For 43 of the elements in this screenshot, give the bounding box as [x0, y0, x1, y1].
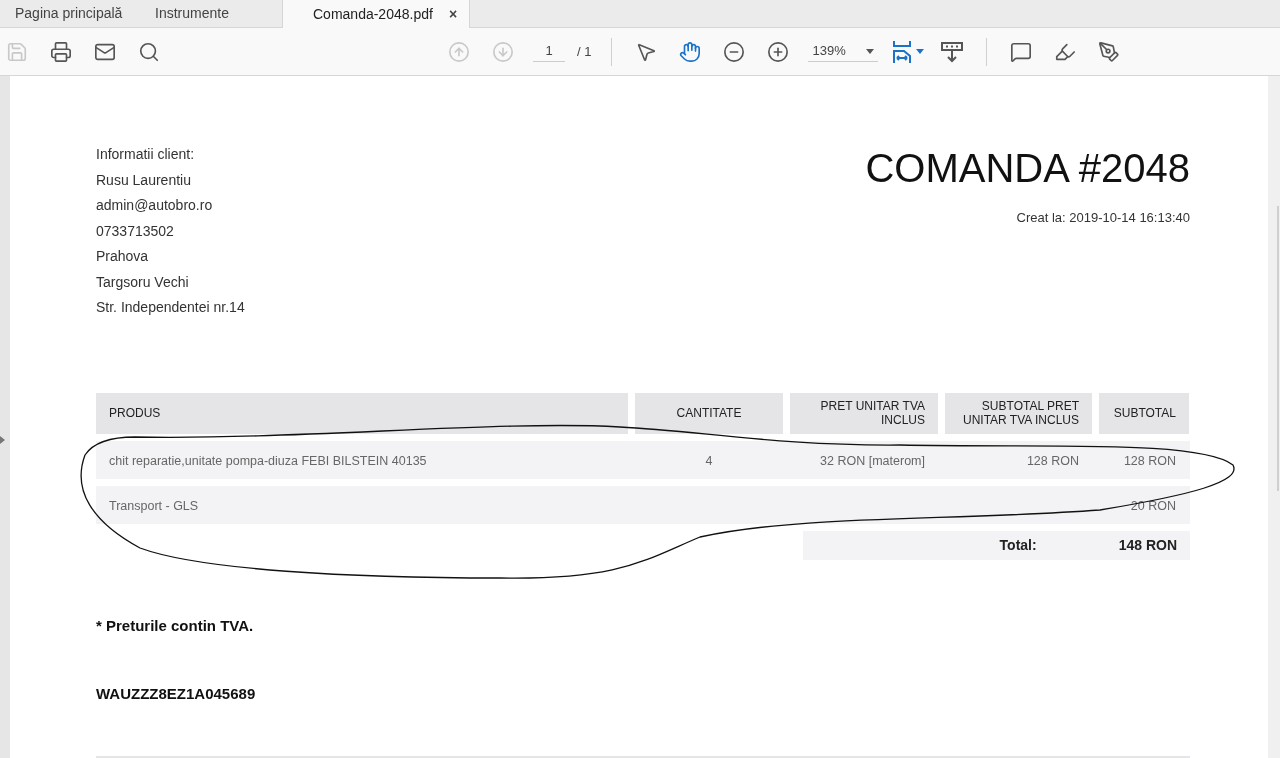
vat-note: * Preturile contin TVA. — [96, 615, 255, 636]
table-cell: 4 — [705, 453, 713, 468]
pen-icon — [1098, 40, 1121, 63]
scroll-down-icon — [941, 40, 964, 63]
created-date: Creat la: 2019-10-14 16:13:40 — [1016, 209, 1190, 227]
close-tab-button[interactable]: × — [448, 4, 458, 25]
client-info-line: Prahova — [96, 247, 150, 266]
caret-icon — [916, 49, 925, 54]
table-cell: Transport - GLS — [109, 498, 199, 513]
comment-icon — [1010, 40, 1033, 63]
client-info-line: Targsoru Vechi — [96, 272, 190, 292]
client-info-line: Rusu Laurentiu — [96, 170, 192, 190]
page-number-field[interactable]: 1 — [533, 41, 565, 62]
column-header: SUBTOTAL — [1099, 392, 1189, 434]
column-header: PRET UNITAR TVA INCLUS — [790, 392, 938, 434]
expand-arrow-icon[interactable] — [0, 436, 5, 444]
zoom-dropdown[interactable]: 139% — [808, 41, 879, 62]
table-cell: chit reparatie,unitate pompa-diuza FEBI BILSTEIN 40135 — [109, 453, 427, 468]
zoom-out-icon — [723, 40, 746, 63]
scrollbar-thumb[interactable] — [1277, 206, 1279, 491]
zoom-in-icon — [767, 40, 790, 63]
order-title: COMANDA #2048 — [865, 145, 1190, 192]
fit-width-icon — [892, 39, 913, 64]
tab[interactable]: Comanda-2048.pdf × — [282, 0, 471, 29]
client-info-line: 0733713502 — [96, 221, 175, 241]
client-info-line: Str. Independentei nr.14 — [96, 298, 245, 317]
page-count: / 1 — [577, 42, 592, 61]
total-label: Total: — [999, 535, 1037, 555]
column-header: PRODUS — [96, 392, 628, 434]
vin-code: WAUZZZ8EZ1A045689 — [96, 684, 257, 704]
tab[interactable]: Pagina principală — [0, 0, 140, 27]
client-info-line: Informatii client: — [96, 145, 196, 164]
tab[interactable]: Instrumente — [140, 0, 280, 27]
client-info-line: admin@autobro.ro — [96, 196, 214, 215]
table-cell: 128 RON — [1026, 453, 1079, 468]
caret-icon — [866, 48, 875, 54]
printer-icon — [50, 40, 72, 63]
column-header: SUBTOTAL PRET UNITAR TVA INCLUS — [945, 392, 1092, 434]
total-value: 148 RON — [1118, 535, 1177, 555]
search-icon — [138, 40, 160, 63]
column-header: CANTITATE — [635, 392, 783, 434]
table-cell: 128 RON — [1123, 453, 1176, 468]
table-cell: 32 RON [materom] — [820, 453, 925, 468]
